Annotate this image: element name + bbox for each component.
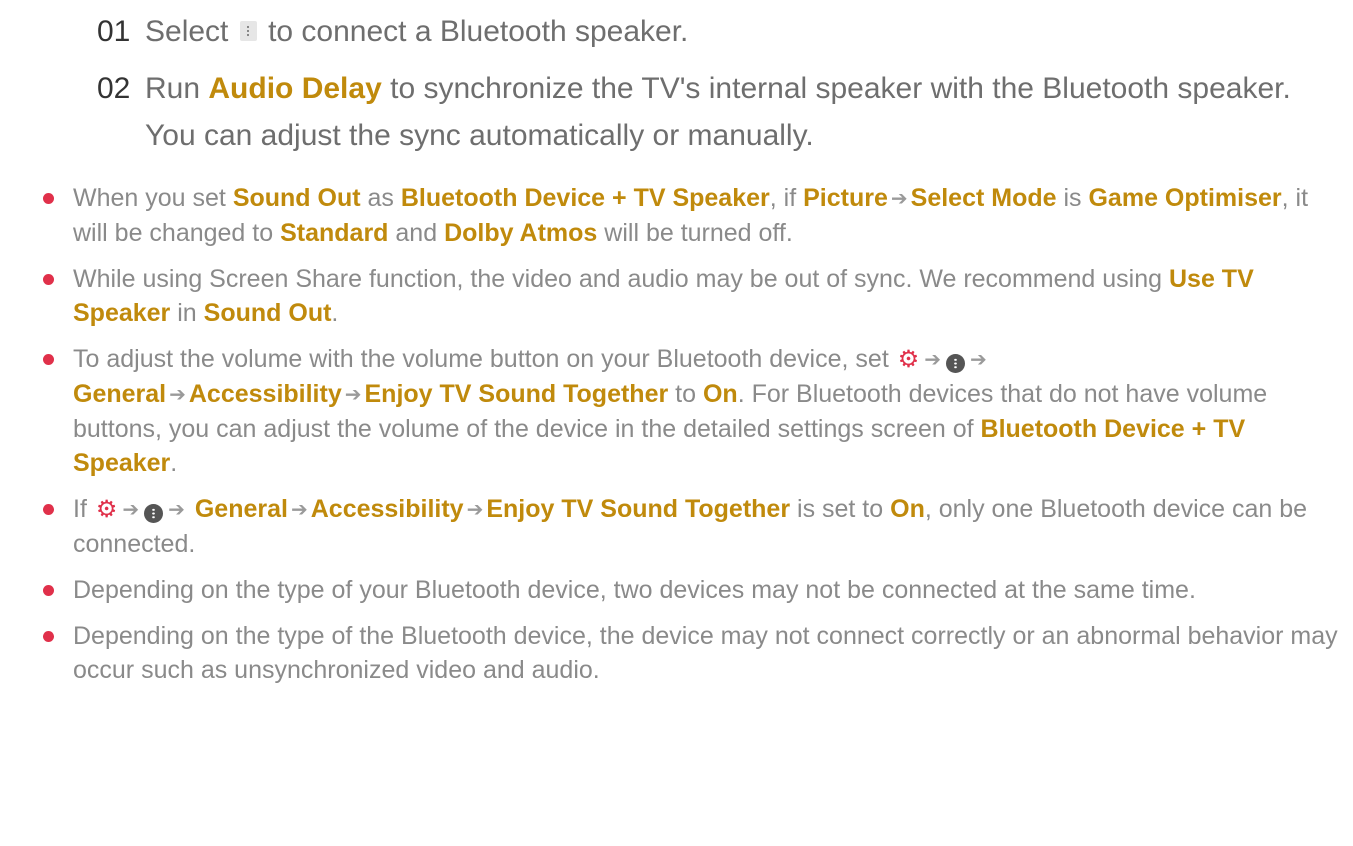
keyword-audio-delay: Audio Delay (208, 72, 382, 105)
note-text: in (177, 299, 197, 327)
keyword-general: General (73, 380, 167, 408)
arrow-right-icon: ➔ (970, 349, 987, 371)
note-text: Depending on the type of the Bluetooth d… (73, 622, 1338, 684)
note-text: and (395, 219, 438, 247)
more-options-icon (946, 354, 965, 373)
keyword-enjoy-tv-sound-together: Enjoy TV Sound Together (486, 495, 791, 523)
note-text: will be turned off. (604, 219, 793, 247)
step-number: 02 (97, 72, 131, 105)
note-item: When you set Sound Out as Bluetooth Devi… (40, 181, 1340, 250)
note-item: Depending on the type of the Bluetooth d… (40, 619, 1340, 687)
arrow-right-icon: ➔ (344, 384, 362, 406)
help-page: 01 Select to connect a Bluetooth speaker… (0, 0, 1353, 846)
note-text: Depending on the type of your Bluetooth … (73, 576, 1196, 604)
keyword-accessibility: Accessibility (310, 495, 464, 523)
keyword-accessibility: Accessibility (188, 380, 342, 408)
keyword-picture: Picture (803, 184, 888, 212)
bullet-dot (43, 504, 54, 515)
note-text: to (675, 380, 697, 408)
note-item: If ⚙ ➔ ➔ General ➔ Accessibility ➔ Enjoy TV So… (40, 492, 1340, 561)
arrow-right-icon: ➔ (890, 188, 908, 210)
step-text: Select to connect a Bluetooth speaker. (145, 8, 1307, 55)
note-text: . (331, 299, 339, 327)
more-options-icon (144, 504, 164, 523)
note-text: is (1063, 184, 1082, 212)
note-item: To adjust the volume with the volume but… (40, 342, 1340, 480)
step-text-part: Select (145, 15, 229, 48)
step-number: 01 (97, 15, 131, 48)
step-item: 02 Run Audio Delay to synchronize the TV… (97, 65, 1307, 159)
bullet-dot (43, 354, 54, 365)
keyword-enjoy-tv-sound-together: Enjoy TV Sound Together (364, 380, 669, 408)
arrow-right-icon: ➔ (290, 499, 308, 521)
bullet-dot (43, 193, 54, 204)
vertical-dots-icon (239, 21, 257, 41)
note-item: Depending on the type of your Bluetooth … (40, 573, 1340, 607)
bullet-dot (43, 585, 54, 596)
step-text: Run Audio Delay to synchronize the TV's … (145, 65, 1307, 159)
step-text-part: to connect a Bluetooth speaker. (268, 15, 689, 48)
notes-list: When you set Sound Out as Bluetooth Devi… (40, 181, 1340, 687)
arrow-right-icon: ➔ (122, 499, 140, 521)
arrow-right-icon: ➔ (168, 499, 185, 521)
keyword-bluetooth-device-tv-speaker: Bluetooth Device + TV Speaker (400, 184, 770, 212)
arrow-right-icon: ➔ (924, 349, 941, 371)
step-item: 01 Select to connect a Bluetooth speaker… (97, 8, 1307, 55)
keyword-general: General (194, 495, 288, 523)
bullet-dot (43, 274, 54, 285)
note-text: When you set (73, 184, 226, 212)
gear-icon: ⚙ (95, 496, 118, 523)
keyword-game-optimiser: Game Optimiser (1088, 184, 1282, 212)
arrow-right-icon: ➔ (169, 384, 186, 406)
note-text: as (367, 184, 394, 212)
note-text: , if (769, 184, 797, 212)
keyword-on: On (890, 495, 925, 523)
keyword-on: On (702, 380, 738, 408)
arrow-right-icon: ➔ (466, 499, 484, 521)
bullet-dot (43, 631, 54, 642)
gear-icon: ⚙ (897, 346, 920, 373)
note-text: To adjust the volume with the volume but… (73, 345, 889, 373)
step-text-part: Run (145, 72, 201, 105)
note-text: . (170, 449, 178, 477)
note-text: is set to (797, 495, 884, 523)
note-item: While using Screen Share function, the v… (40, 262, 1340, 330)
steps-list: 01 Select to connect a Bluetooth speaker… (97, 8, 1307, 159)
keyword-select-mode: Select Mode (910, 184, 1057, 212)
keyword-standard: Standard (280, 219, 389, 247)
note-text: If (73, 495, 87, 523)
note-text: While using Screen Share function, the v… (73, 265, 1163, 293)
keyword-sound-out: Sound Out (203, 299, 332, 327)
keyword-dolby-atmos: Dolby Atmos (444, 219, 598, 247)
keyword-sound-out: Sound Out (232, 184, 361, 212)
